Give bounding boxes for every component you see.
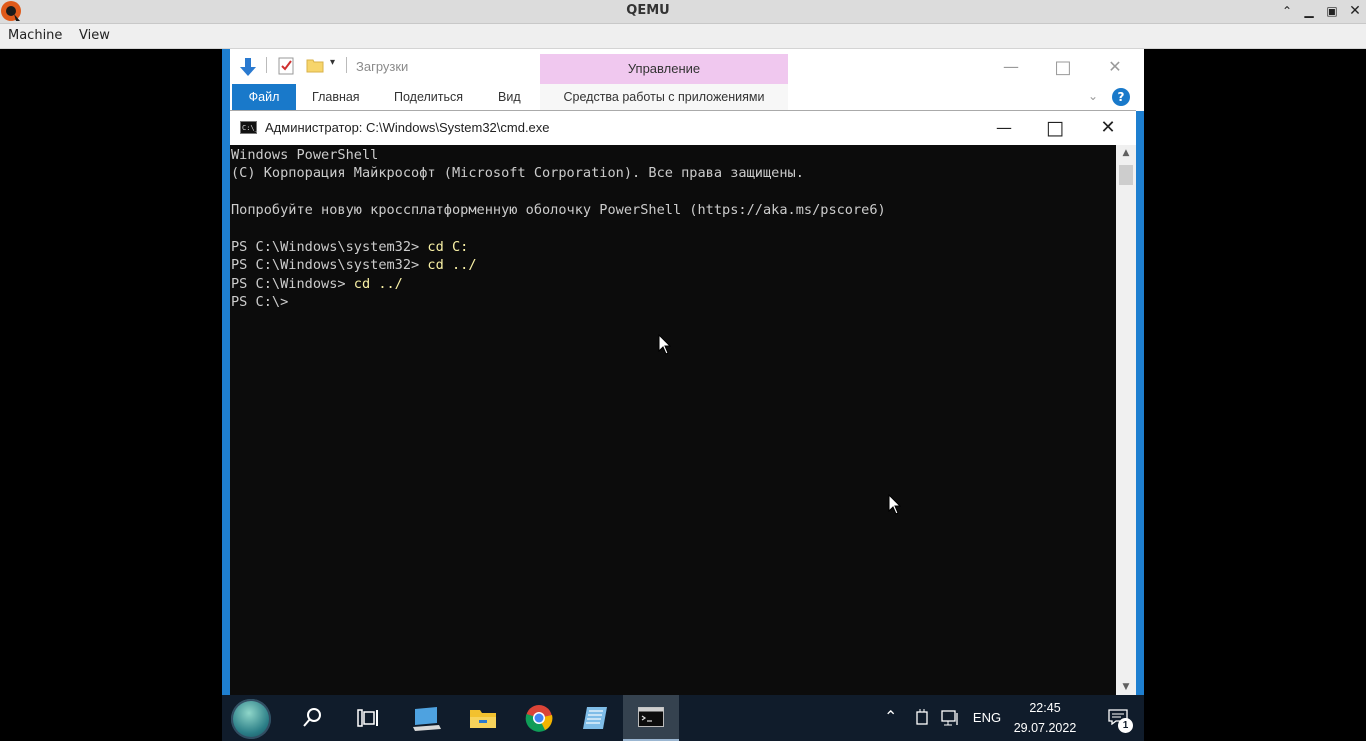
clock-time: 22:45	[1029, 701, 1061, 715]
qemu-titlebar: QEMU ⌃ ▁ ▣ ✕	[0, 0, 1366, 24]
clock-date: 29.07.2022	[1013, 721, 1077, 735]
cmd-window-title: Администратор: C:\Windows\System32\cmd.e…	[265, 120, 550, 135]
tab-share[interactable]: Поделиться	[394, 84, 463, 111]
network-tray-button[interactable]	[938, 695, 964, 741]
help-icon[interactable]: ?	[1112, 88, 1130, 106]
console-command: cd ../	[353, 275, 403, 292]
task-view-icon	[357, 709, 378, 727]
chrome-icon	[525, 705, 553, 732]
tab-file[interactable]: Файл	[232, 84, 296, 111]
qat-divider	[266, 57, 267, 73]
start-button[interactable]	[222, 695, 278, 741]
battery-plug-icon	[916, 709, 928, 725]
qat-dropdown-icon[interactable]: ▾	[330, 57, 335, 68]
console-line: Попробуйте новую кроссплатформенную обол…	[231, 201, 886, 219]
tab-app-tools[interactable]: Средства работы с приложениями	[540, 84, 788, 111]
restore-icon[interactable]: ⌃	[1278, 3, 1296, 19]
file-explorer-button[interactable]	[455, 695, 511, 741]
host-cursor-icon	[888, 494, 902, 515]
show-hidden-icons-button[interactable]: ⌃	[880, 695, 904, 741]
close-icon[interactable]: ✕	[1085, 115, 1131, 141]
server-manager-button[interactable]	[399, 695, 455, 741]
download-arrow-icon[interactable]	[238, 57, 258, 77]
scroll-thumb[interactable]	[1119, 165, 1133, 185]
taskbar: ⌃ ENG 22:45 29.07.2022 1	[222, 695, 1144, 741]
ribbon-tabs: Файл Главная Поделиться Вид Средства раб…	[230, 84, 1136, 112]
new-folder-icon[interactable]	[306, 57, 324, 73]
console-line-text: PS C:\Windows>	[231, 275, 354, 292]
console-line: (C) Корпорация Майкрософт (Microsoft Cor…	[231, 164, 886, 182]
server-manager-icon	[413, 707, 441, 731]
notepad-button[interactable]	[567, 695, 623, 741]
clock[interactable]: 22:45 29.07.2022	[1010, 695, 1080, 741]
manage-context-group: Управление	[540, 54, 788, 84]
menu-view[interactable]: View	[79, 28, 110, 43]
console-line: PS C:\Windows> cd ../	[231, 275, 886, 293]
console-line: ​	[231, 220, 886, 238]
network-icon	[941, 710, 958, 726]
tab-view[interactable]: Вид	[498, 84, 521, 111]
console-output[interactable]: Windows PowerShell (C) Корпорация Майкрос…	[230, 145, 1116, 695]
qemu-menubar: Machine View	[0, 24, 1366, 49]
notification-count-badge: 1	[1118, 718, 1133, 733]
minimize-icon[interactable]: —	[981, 115, 1027, 141]
chevron-up-icon: ⌃	[884, 709, 898, 726]
console-line: Windows PowerShell	[231, 146, 886, 164]
start-orb-icon	[231, 699, 271, 739]
console-line-text: Windows PowerShell	[231, 147, 379, 163]
chrome-button[interactable]	[511, 695, 567, 741]
task-view-button[interactable]	[339, 695, 395, 741]
console-line: PS C:\Windows\system32> cd C:	[231, 238, 886, 256]
action-center-button[interactable]: 1	[1100, 695, 1140, 741]
window-title: QEMU	[626, 3, 670, 18]
minimize-icon[interactable]: —	[996, 57, 1026, 76]
scroll-down-icon[interactable]: ▼	[1116, 679, 1136, 695]
console-line-text: (C) Корпорация Майкрософт (Microsoft Cor…	[231, 165, 804, 182]
console-command: cd ../	[427, 257, 477, 274]
maximize-icon[interactable]: □	[1032, 115, 1078, 141]
close-icon[interactable]: ✕	[1346, 3, 1364, 19]
file-explorer-icon	[470, 710, 496, 728]
language-indicator[interactable]: ENG	[970, 695, 1004, 741]
console-line-text: PS C:\Windows\system32>	[231, 239, 428, 256]
power-tray-button[interactable]	[910, 695, 934, 741]
cmd-icon	[638, 707, 664, 727]
cmd-taskbar-button[interactable]	[623, 695, 679, 741]
console-command: cd C:	[427, 239, 469, 256]
scroll-up-icon[interactable]: ▲	[1116, 145, 1136, 161]
menu-machine[interactable]: Machine	[8, 28, 62, 43]
maximize-icon[interactable]: □	[1048, 57, 1078, 78]
guest-screen: ▾ Загрузки Управление — □ ✕ Файл Главная…	[222, 49, 1144, 741]
console-line-text: PS C:\>	[231, 294, 297, 311]
folder-path-label: Загрузки	[356, 59, 409, 74]
close-icon[interactable]: ✕	[1100, 57, 1130, 76]
console-line: PS C:\>	[231, 293, 886, 311]
search-button[interactable]	[284, 695, 340, 741]
cmd-window: C:\_ Администратор: C:\Windows\System32\…	[222, 110, 1144, 695]
console-line-text: Попробуйте новую кроссплатформенную обол…	[231, 202, 886, 219]
explorer-window: ▾ Загрузки Управление — □ ✕ Файл Главная…	[222, 49, 1144, 112]
console-line: ​	[231, 183, 886, 201]
console-line: PS C:\Windows\system32> cd ../	[231, 256, 886, 274]
mouse-cursor-icon	[658, 334, 672, 355]
maximize-icon[interactable]: ▣	[1323, 3, 1341, 19]
ribbon-expand-icon[interactable]: ⌄	[1088, 89, 1098, 103]
cmd-titlebar: C:\_ Администратор: C:\Windows\System32\…	[230, 110, 1136, 145]
properties-icon[interactable]	[278, 57, 294, 75]
console-lines: Windows PowerShell (C) Корпорация Майкрос…	[231, 146, 886, 312]
minimize-icon[interactable]: ▁	[1300, 3, 1318, 19]
console-line-text: PS C:\Windows\system32>	[231, 257, 428, 274]
qat-divider	[346, 57, 347, 73]
vertical-scrollbar[interactable]: ▲ ▼	[1116, 145, 1136, 695]
cmd-window-icon: C:\_	[240, 121, 259, 134]
quick-access-toolbar: ▾ Загрузки	[230, 49, 550, 83]
notepad-icon	[583, 707, 607, 729]
search-icon	[303, 708, 321, 727]
tab-home[interactable]: Главная	[312, 84, 360, 111]
